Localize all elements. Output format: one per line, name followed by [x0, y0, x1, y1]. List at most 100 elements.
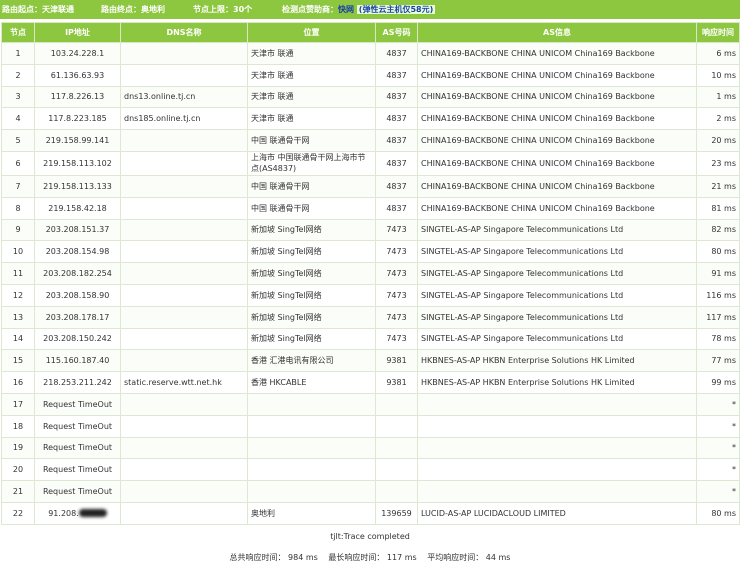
hop-cell: 19 — [1, 436, 35, 460]
response-time-cell: * — [696, 480, 740, 503]
ip-cell: 219.158.42.18 — [34, 196, 121, 220]
dns-cell — [120, 480, 248, 503]
route-start-label: 路由起点：天津联通 — [2, 5, 74, 14]
sponsor-label: 检测点赞助商：快网 (弹性云主机仅58元) — [282, 0, 436, 19]
ip-cell: 203.208.154.98 — [34, 240, 121, 264]
dns-cell — [120, 129, 248, 152]
max-hops-label: 节点上限：30个 — [193, 5, 253, 14]
hop-cell: 11 — [1, 262, 35, 285]
ip-cell: 219.158.113.133 — [34, 174, 121, 198]
as-info-cell: LUCID-AS-AP LUCIDACLOUD LIMITED — [417, 501, 697, 525]
as-info-cell: SINGTEL-AS-AP Singapore Telecommunicatio… — [417, 240, 697, 264]
dns-cell: dns185.online.tj.cn — [120, 107, 248, 131]
ip-cell: 219.158.113.102 — [34, 150, 121, 176]
table-row: 17 Request TimeOut * — [1, 392, 740, 416]
response-time-cell: 10 ms — [696, 63, 740, 87]
table-row: 12 203.208.158.90 新加坡 SingTel网络 7473 SINGTEL… — [1, 283, 740, 307]
response-time-cell: 2 ms — [696, 107, 740, 131]
as-number-cell: 4837 — [375, 63, 418, 87]
col-dns: DNS名称 — [120, 22, 248, 43]
col-response-time: 响应时间 — [696, 22, 740, 43]
as-number-cell: 4837 — [375, 150, 418, 176]
table-row: 13 203.208.178.17 新加坡 SingTel网络 7473 SINGTEL… — [1, 305, 740, 329]
as-number-cell: 139659 — [375, 501, 418, 525]
as-info-cell: CHINA169-BACKBONE CHINA UNICOM China169 … — [417, 42, 697, 65]
ip-cell: 203.208.182.254 — [34, 262, 121, 285]
sponsor-promo-link[interactable]: (弹性云主机仅58元) — [356, 5, 436, 14]
average-time: 平均响应时间： 44 ms — [427, 553, 511, 562]
dns-cell — [120, 458, 248, 482]
hop-cell: 5 — [1, 129, 35, 152]
response-time-cell: * — [696, 458, 740, 482]
dns-cell — [120, 305, 248, 329]
table-row: 2 61.136.63.93 天津市 联通 4837 CHINA169-BACKBONE… — [1, 63, 740, 87]
as-number-cell: 4837 — [375, 107, 418, 131]
response-time-cell: 78 ms — [696, 327, 740, 351]
hop-cell: 6 — [1, 150, 35, 176]
ip-cell: Request TimeOut — [34, 414, 121, 438]
dns-cell — [120, 501, 248, 525]
ip-cell: 203.208.178.17 — [34, 305, 121, 329]
traceroute-table: 节点 IP地址 DNS名称 位置 AS号码 AS信息 响应时间 1 103.24.… — [1, 22, 740, 525]
response-time-cell: 80 ms — [696, 501, 740, 525]
hop-cell: 20 — [1, 458, 35, 482]
response-time-cell: 81 ms — [696, 196, 740, 220]
ip-cell: 203.208.158.90 — [34, 283, 121, 307]
table-row: 11 203.208.182.254 新加坡 SingTel网络 7473 SINGTE… — [1, 262, 740, 285]
table-header-row: 节点 IP地址 DNS名称 位置 AS号码 AS信息 响应时间 — [1, 22, 740, 43]
hop-cell: 16 — [1, 371, 35, 394]
as-number-cell — [375, 414, 418, 438]
as-info-cell: SINGTEL-AS-AP Singapore Telecommunicatio… — [417, 305, 697, 329]
location-cell — [247, 458, 376, 482]
as-info-cell: CHINA169-BACKBONE CHINA UNICOM China169 … — [417, 107, 697, 131]
as-number-cell: 4837 — [375, 42, 418, 65]
ip-cell: 219.158.99.141 — [34, 129, 121, 152]
redacted-ip-mask — [78, 509, 107, 518]
table-row: 19 Request TimeOut * — [1, 436, 740, 460]
sponsor-prefix: 检测点赞助商： — [282, 5, 338, 14]
hop-cell: 8 — [1, 196, 35, 220]
location-cell: 奥地利 — [247, 501, 376, 525]
col-as-number: AS号码 — [375, 22, 418, 43]
as-info-cell: SINGTEL-AS-AP Singapore Telecommunicatio… — [417, 283, 697, 307]
table-row: 16 218.253.211.242 static.reserve.wtt.net.… — [1, 371, 740, 394]
dns-cell — [120, 392, 248, 416]
ip-cell: 103.24.228.1 — [34, 42, 121, 65]
as-number-cell: 9381 — [375, 371, 418, 394]
location-cell: 上海市 中国联通骨干网上海市节点(AS4837) — [247, 150, 376, 176]
as-number-cell: 9381 — [375, 349, 418, 373]
dns-cell — [120, 218, 248, 242]
hop-cell: 22 — [1, 501, 35, 525]
as-info-cell: CHINA169-BACKBONE CHINA UNICOM China169 … — [417, 174, 697, 198]
dns-cell — [120, 42, 248, 65]
as-number-cell: 4837 — [375, 196, 418, 220]
location-cell: 天津市 联通 — [247, 63, 376, 87]
table-row: 21 Request TimeOut * — [1, 480, 740, 503]
dns-cell — [120, 174, 248, 198]
response-time-cell: * — [696, 436, 740, 460]
as-number-cell: 4837 — [375, 85, 418, 109]
location-cell: 新加坡 SingTel网络 — [247, 262, 376, 285]
as-info-cell: HKBNES-AS-AP HKBN Enterprise Solutions H… — [417, 349, 697, 373]
table-row: 9 203.208.151.37 新加坡 SingTel网络 7473 SINGTEL-… — [1, 218, 740, 242]
table-row: 6 219.158.113.102 上海市 中国联通骨干网上海市节点(AS4837)… — [1, 150, 740, 176]
hop-cell: 18 — [1, 414, 35, 438]
table-row: 18 Request TimeOut * — [1, 414, 740, 438]
table-row: 7 219.158.113.133 中国 联通骨干网 4837 CHINA169-BAC… — [1, 174, 740, 198]
dns-cell — [120, 150, 248, 176]
hop-cell: 7 — [1, 174, 35, 198]
dns-cell: static.reserve.wtt.net.hk — [120, 371, 248, 394]
hop-cell: 2 — [1, 63, 35, 87]
dns-cell — [120, 327, 248, 351]
as-info-cell — [417, 436, 697, 460]
as-info-cell: SINGTEL-AS-AP Singapore Telecommunicatio… — [417, 262, 697, 285]
location-cell: 香港 HKCABLE — [247, 371, 376, 394]
location-cell: 天津市 联通 — [247, 107, 376, 131]
as-number-cell — [375, 458, 418, 482]
dns-cell — [120, 283, 248, 307]
sponsor-link[interactable]: 快网 — [338, 5, 354, 14]
ip-cell: 61.136.63.93 — [34, 63, 121, 87]
ip-cell: 203.208.150.242 — [34, 327, 121, 351]
ip-cell: Request TimeOut — [34, 436, 121, 460]
hop-cell: 9 — [1, 218, 35, 242]
